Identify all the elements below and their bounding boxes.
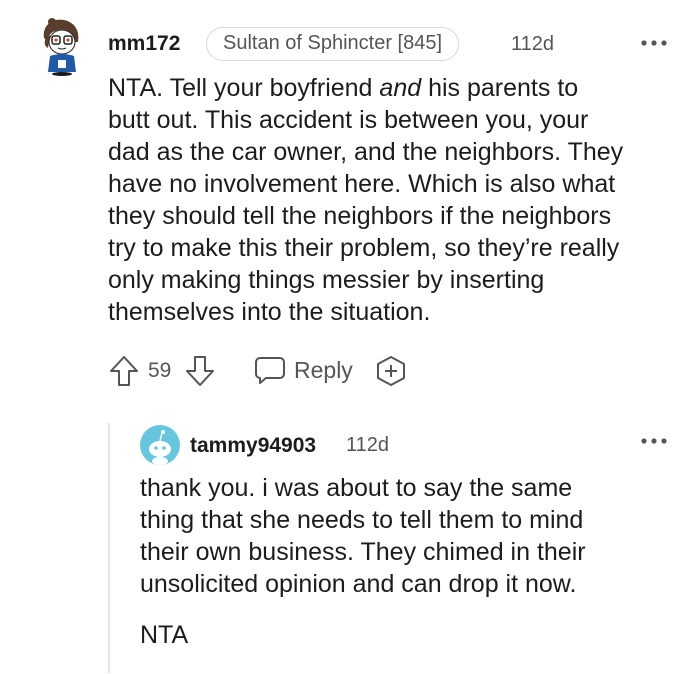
comment-body-start: NTA. Tell your boyfriend (108, 74, 380, 102)
thread-line[interactable] (108, 423, 110, 673)
speech-bubble-icon (255, 357, 285, 384)
reply-user-avatar[interactable] (140, 425, 180, 465)
award-icon[interactable] (374, 354, 408, 388)
reply-more-options-icon[interactable] (640, 436, 668, 446)
user-avatar[interactable] (36, 16, 84, 76)
vote-count: 59 (148, 359, 172, 382)
more-options-icon[interactable] (640, 38, 668, 48)
comment-body-emphasis: and (379, 74, 422, 102)
user-flair: Sultan of Sphincter [845] (206, 27, 460, 61)
comment-timestamp: 112d (511, 33, 555, 55)
comment-body: NTA. Tell your boyfriend and his parents… (108, 72, 678, 328)
comment-thread: mm172 Sultan of Sphincter [845] 112d NTA… (0, 0, 700, 674)
reply-timestamp: 112d (346, 434, 390, 456)
downvote-icon[interactable] (184, 354, 216, 388)
reply-button[interactable]: Reply (254, 352, 353, 388)
reply-body: thank you. i was about to say the same t… (140, 474, 586, 598)
reply-body-verdict: NTA (140, 621, 189, 649)
comment-body-rest: his parents to butt out. This accident i… (108, 74, 624, 326)
upvote-icon[interactable] (108, 354, 140, 388)
comment-author[interactable]: mm172 (108, 32, 180, 56)
reply-label: Reply (294, 356, 353, 383)
reply-author[interactable]: tammy94903 (190, 434, 316, 458)
